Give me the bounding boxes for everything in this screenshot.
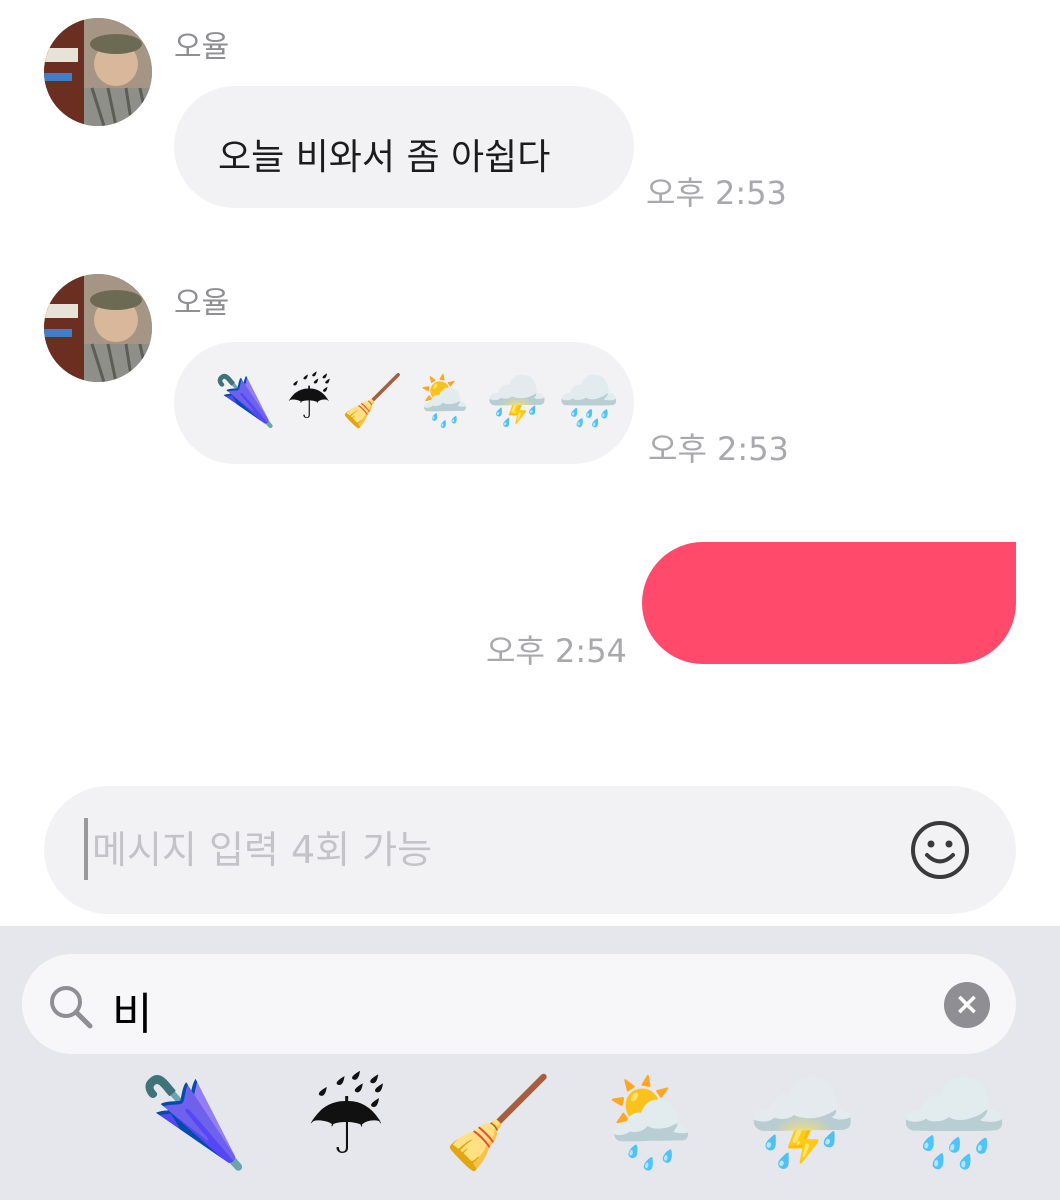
umbrella-rain-emoji: ☔ [286, 372, 332, 430]
broom-emoji-key[interactable]: 🧹 [438, 1068, 558, 1178]
umbrella-emoji-key[interactable]: 🌂 [134, 1068, 254, 1178]
avatar[interactable] [44, 18, 152, 126]
sender-name: 오율 [174, 30, 230, 65]
message-text: 오늘 비와서 좀 아쉽다 [218, 137, 551, 178]
thunder-cloud-emoji: ⛈️ [485, 372, 548, 430]
sender-name: 오율 [174, 286, 230, 321]
avatar-photo [44, 18, 152, 126]
clear-icon[interactable]: × [944, 982, 990, 1028]
avatar-photo [44, 274, 152, 382]
umbrella-emoji: 🌂 [214, 372, 277, 430]
sun-rain-cloud-emoji: 🌦️ [413, 372, 476, 430]
smile-icon[interactable] [910, 820, 970, 880]
search-icon [50, 986, 93, 1029]
message-time: 오후 2:54 [486, 632, 627, 670]
emoji-message: 🌂 ☔ 🧹 🌦️ ⛈️ 🌧️ [214, 376, 620, 426]
message-time: 오후 2:53 [646, 174, 787, 212]
rain-cloud-emoji-key[interactable]: 🌧️ [894, 1068, 1014, 1178]
rain-cloud-emoji: 🌧️ [557, 372, 621, 430]
sun-rain-cloud-emoji-key[interactable]: 🌦️ [590, 1068, 710, 1178]
umbrella-rain-emoji-key[interactable]: ☔ [286, 1068, 406, 1178]
broom-emoji: 🧹 [341, 372, 404, 430]
emoji-search-query[interactable]: 비 [112, 978, 152, 1042]
message-input[interactable] [92, 820, 892, 880]
text-cursor [84, 818, 88, 880]
message-time: 오후 2:53 [648, 430, 789, 468]
avatar[interactable] [44, 274, 152, 382]
thunder-cloud-emoji-key[interactable]: ⛈️ [742, 1068, 862, 1178]
emoji-search-field[interactable] [22, 954, 1016, 1054]
outgoing-message-bubble[interactable] [642, 542, 1016, 664]
